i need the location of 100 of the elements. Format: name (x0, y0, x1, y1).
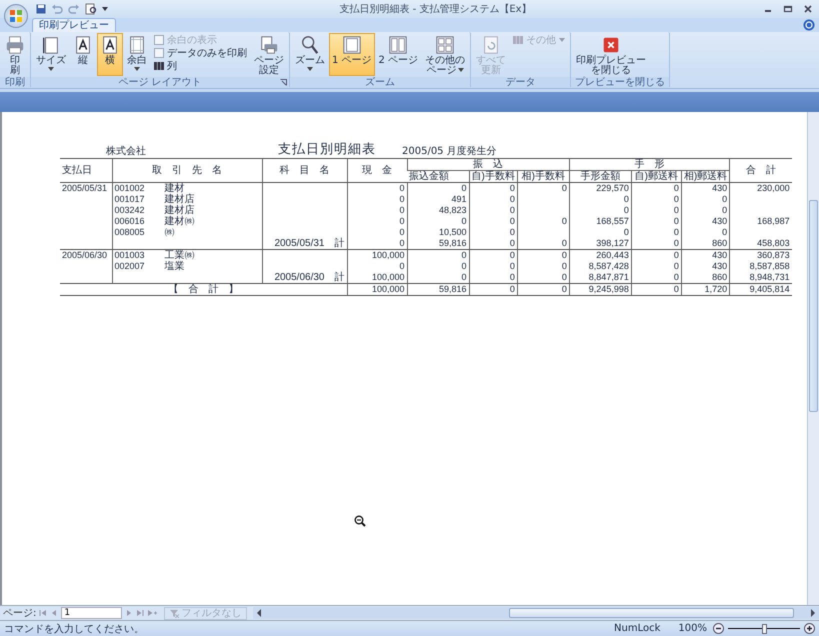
amount-cell: 0 (510, 227, 515, 237)
close-icon[interactable] (803, 4, 813, 14)
amount-cell: 360,873 (757, 250, 790, 260)
ribbon-button[interactable]: サイズ (33, 33, 69, 76)
amount-cell: 0 (674, 284, 679, 294)
ribbon-button[interactable]: 1 ページ (329, 33, 375, 76)
column-header: 自)郵送料 (631, 170, 682, 182)
magnifier-icon (300, 35, 320, 55)
ribbon-button[interactable]: 余白 (124, 33, 150, 76)
office-button[interactable] (4, 4, 28, 28)
vendor-name: 建材店 (164, 194, 194, 205)
amount-cell: 0 (461, 216, 466, 226)
amount-cell: 8,587,858 (750, 261, 790, 271)
zoom-out-icon[interactable] (713, 623, 724, 634)
columns-icon (513, 35, 524, 45)
window-title: 支払日別明細表 - 支払管理システム【Ex】 (338, 2, 533, 16)
printer-icon (5, 35, 25, 55)
group-label: ページ レイアウト (118, 77, 202, 88)
amount-cell: 100,000 (372, 250, 404, 260)
dialog-launcher-icon[interactable] (280, 79, 287, 86)
single-page-icon (342, 35, 362, 55)
checkbox-option[interactable]: データのみを印刷 (154, 47, 247, 59)
amount-cell: 230,000 (757, 183, 790, 193)
column-header: 振込金額 (407, 170, 469, 182)
save-icon[interactable] (36, 4, 46, 14)
zoom-level[interactable]: 100% (678, 623, 707, 634)
amount-cell: 860 (712, 272, 728, 282)
letter-page-icon (73, 35, 93, 55)
amount-cell: 8,948,731 (750, 272, 790, 282)
amount-cell: 0 (674, 205, 679, 215)
amount-cell: 8,587,428 (588, 261, 629, 271)
amount-cell: 458,803 (757, 238, 790, 248)
amount-cell: 0 (510, 183, 515, 193)
filter-icon (170, 608, 180, 618)
ribbon-button[interactable]: 印刷プレビュー を閉じる (573, 33, 650, 76)
scroll-right-icon[interactable] (810, 609, 816, 617)
amount-cell: 0 (562, 216, 567, 226)
amount-cell: 0 (461, 250, 466, 260)
subtotal-label: 2005/06/30 計 (274, 272, 344, 283)
scroll-left-icon[interactable] (256, 609, 262, 617)
vendor-name: 工業㈱ (164, 250, 194, 261)
amount-cell: 0 (624, 227, 629, 237)
restore-icon[interactable] (783, 4, 793, 14)
amount-cell: 430 (712, 216, 728, 226)
ribbon-button[interactable]: 印 刷 (2, 33, 28, 76)
column-header: 支払日 (60, 158, 112, 182)
amount-cell: 430 (712, 183, 728, 193)
amount-cell: 229,570 (596, 183, 629, 193)
amount-cell: 0 (562, 183, 567, 193)
amount-cell: 168,557 (596, 216, 629, 226)
ribbon-button[interactable]: その他の ページ (422, 33, 468, 76)
vendor-name: 建材 (164, 183, 184, 194)
amount-cell: 0 (562, 272, 567, 282)
dropdown-arrow-icon[interactable] (102, 6, 108, 12)
numlock-indicator: NumLock (614, 623, 660, 634)
help-icon[interactable] (803, 19, 815, 31)
print-preview-icon[interactable] (85, 3, 97, 15)
amount-cell: 0 (674, 238, 679, 248)
ribbon-button[interactable]: ズーム (292, 33, 328, 76)
amount-cell: 48,823 (438, 205, 466, 215)
vendor-code: 001002 (114, 183, 146, 194)
column-group-header: 振 込 (407, 158, 570, 170)
group-label: ズーム (365, 77, 396, 88)
zoom-in-icon[interactable] (804, 623, 815, 634)
group-label: プレビューを閉じる (575, 77, 666, 88)
page-setup-icon (259, 35, 279, 55)
amount-cell: 398,127 (596, 238, 629, 248)
amount-cell: 860 (712, 238, 728, 248)
ribbon-button[interactable]: 列 (154, 60, 247, 72)
amount-cell: 0 (674, 216, 679, 226)
amount-cell: 0 (510, 238, 515, 248)
amount-cell: 0 (674, 272, 679, 282)
vendor-name: ㈱ (164, 227, 174, 238)
page-icon (41, 35, 61, 55)
dropdown-arrow-icon (48, 67, 54, 71)
amount-cell: 491 (451, 194, 466, 204)
amount-cell: 0 (722, 205, 728, 215)
page-label: ページ: (3, 607, 36, 620)
vertical-scrollbar[interactable] (807, 112, 819, 605)
vendor-name: 建材㈱ (164, 216, 194, 227)
amount-cell: 0 (461, 183, 466, 193)
amount-cell: 0 (461, 272, 466, 282)
ribbon-button[interactable]: 2 ページ (376, 33, 422, 76)
amount-cell: 0 (510, 272, 515, 282)
report-title: 支払日別明細表 (278, 141, 376, 158)
ribbon-button[interactable]: ページ 設定 (251, 33, 287, 76)
amount-cell: 0 (674, 250, 679, 260)
ribbon-tab[interactable]: 印刷プレビュー (32, 18, 116, 32)
amount-cell: 430 (712, 250, 728, 260)
vendor-name: 塩業 (164, 261, 184, 272)
page-number-field[interactable]: 1 (61, 607, 122, 619)
amount-cell: 0 (722, 227, 728, 237)
amount-cell: 0 (624, 194, 629, 204)
letter-page-icon (100, 35, 120, 55)
columns-icon (154, 61, 164, 71)
column-header: 現 金 (347, 158, 407, 182)
ribbon-button[interactable]: 横 (97, 33, 123, 76)
ribbon-button[interactable]: 縦 (70, 33, 96, 76)
horizontal-scrollbar[interactable] (253, 607, 819, 619)
vendor-code: 006016 (114, 216, 146, 227)
